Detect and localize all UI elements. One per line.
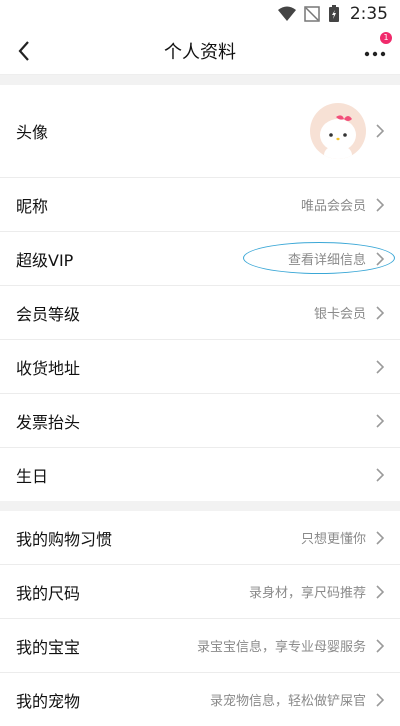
preference-section: 我的购物习惯 只想更懂你 我的尺码 录身材，享尺码推荐 我的宝宝 录宝宝信息，享… [0, 511, 400, 726]
row-label: 超级VIP [16, 250, 74, 270]
page-title: 个人资料 [164, 42, 236, 63]
profile-section: 头像 昵称 唯品会会员 超级VIP 查看详细信息 会员等级 银卡会员 收货地址 … [0, 85, 400, 501]
app-header: 个人资料 1 [0, 28, 400, 75]
wifi-icon [277, 6, 296, 22]
row-nickname[interactable]: 昵称 唯品会会员 [0, 178, 400, 232]
row-my-size[interactable]: 我的尺码 录身材，享尺码推荐 [0, 565, 400, 619]
row-super-vip[interactable]: 超级VIP 查看详细信息 [0, 232, 400, 286]
row-birthday[interactable]: 生日 [0, 448, 400, 501]
status-time: 2:35 [349, 4, 388, 24]
row-shipping-address[interactable]: 收货地址 [0, 340, 400, 394]
row-invoice-title[interactable]: 发票抬头 [0, 394, 400, 448]
row-label: 头像 [16, 123, 49, 142]
row-label: 收货地址 [16, 358, 81, 378]
chevron-right-icon [376, 467, 384, 482]
row-shopping-habits[interactable]: 我的购物习惯 只想更懂你 [0, 511, 400, 565]
row-value: 录身材，享尺码推荐 [248, 586, 366, 601]
row-label: 昵称 [16, 196, 49, 216]
row-label: 发票抬头 [16, 412, 81, 432]
row-value: 只想更懂你 [300, 532, 366, 547]
chevron-right-icon [376, 359, 384, 374]
row-value: 录宝宝信息，享专业母婴服务 [196, 640, 366, 655]
chevron-right-icon [376, 692, 384, 707]
chevron-right-icon [376, 530, 384, 545]
status-bar: 2:35 [0, 0, 400, 28]
row-label: 我的尺码 [16, 583, 81, 603]
row-value: 录宠物信息，轻松做铲屎官 [209, 694, 366, 709]
row-label: 我的宝宝 [16, 637, 81, 657]
no-signal-icon [304, 6, 320, 22]
row-value: 唯品会会员 [300, 199, 366, 214]
row-label: 我的宠物 [16, 691, 81, 711]
row-label: 我的购物习惯 [16, 529, 113, 549]
more-button[interactable] [362, 42, 388, 62]
chevron-right-icon [376, 305, 384, 320]
row-label: 生日 [16, 466, 49, 486]
highlight-oval [243, 242, 395, 274]
notification-badge: 1 [380, 32, 392, 44]
row-label: 会员等级 [16, 304, 81, 324]
chevron-right-icon [376, 413, 384, 428]
row-my-pet[interactable]: 我的宠物 录宠物信息，轻松做铲屎官 [0, 673, 400, 726]
row-member-level[interactable]: 会员等级 银卡会员 [0, 286, 400, 340]
row-avatar[interactable]: 头像 [0, 85, 400, 178]
chevron-right-icon [376, 584, 384, 599]
chevron-right-icon [376, 124, 384, 138]
avatar[interactable] [310, 103, 366, 159]
row-value: 银卡会员 [313, 307, 366, 322]
row-my-baby[interactable]: 我的宝宝 录宝宝信息，享专业母婴服务 [0, 619, 400, 673]
battery-icon [328, 5, 340, 23]
chevron-right-icon [376, 197, 384, 212]
chevron-right-icon [376, 638, 384, 653]
more-dots-icon [364, 51, 386, 57]
